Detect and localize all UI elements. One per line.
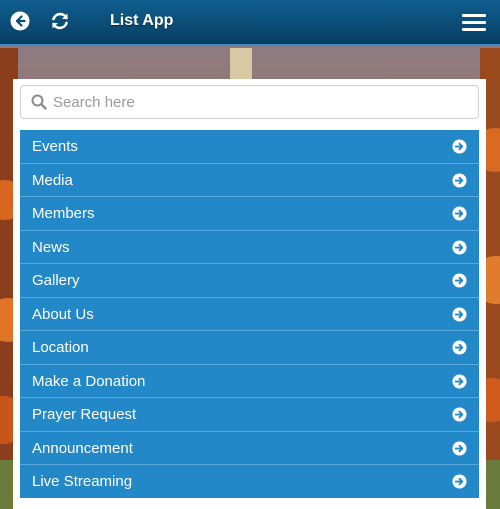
menu-item-label: Gallery	[32, 272, 80, 289]
menu-item-location[interactable]: Location	[20, 331, 479, 365]
menu-item-make-a-donation[interactable]: Make a Donation	[20, 364, 479, 398]
menu-item-live-streaming[interactable]: Live Streaming	[20, 465, 479, 498]
menu-item-label: Make a Donation	[32, 372, 146, 390]
page-title: List App	[110, 12, 174, 29]
menu-item-about-us[interactable]: About Us	[20, 297, 479, 331]
arrow-right-circle-icon	[452, 474, 467, 489]
app-screen: List App Events Media Member	[0, 0, 500, 509]
menu-item-events[interactable]: Events	[20, 130, 479, 164]
arrow-right-circle-icon	[452, 139, 467, 154]
menu-item-members[interactable]: Members	[20, 197, 479, 231]
menu-item-label: Prayer Request	[32, 406, 137, 423]
menu-item-news[interactable]: News	[20, 230, 479, 264]
back-arrow-circle-icon	[10, 11, 30, 31]
back-button[interactable]	[8, 9, 32, 33]
refresh-icon	[52, 12, 68, 30]
menu-item-label: Announcement	[32, 439, 133, 457]
menu-item-media[interactable]: Media	[20, 163, 479, 197]
arrow-right-circle-icon	[452, 239, 467, 255]
search-bar	[20, 85, 479, 119]
menu-item-label: Events	[32, 138, 78, 155]
hamburger-menu-button[interactable]	[462, 14, 486, 32]
menu-item-label: About Us	[32, 305, 94, 323]
content-panel: Events Media Members News Gallery About …	[13, 79, 486, 509]
refresh-button[interactable]	[48, 9, 72, 33]
menu-item-announcement[interactable]: Announcement	[20, 431, 479, 465]
search-icon	[31, 94, 47, 110]
arrow-right-circle-icon	[452, 306, 467, 322]
arrow-right-circle-icon	[452, 172, 467, 188]
arrow-right-circle-icon	[452, 340, 467, 355]
menu-item-prayer-request[interactable]: Prayer Request	[20, 398, 479, 432]
arrow-right-circle-icon	[452, 273, 467, 288]
menu-item-label: Media	[32, 171, 73, 189]
menu-item-label: Live Streaming	[32, 473, 133, 490]
arrow-right-circle-icon	[452, 407, 467, 422]
menu-item-gallery[interactable]: Gallery	[20, 264, 479, 298]
app-header: List App	[0, 0, 500, 46]
hamburger-menu-icon	[462, 14, 486, 31]
menu-item-label: Members	[32, 205, 95, 222]
arrow-right-circle-icon	[452, 373, 467, 389]
search-input[interactable]	[53, 86, 473, 118]
arrow-right-circle-icon	[452, 206, 467, 221]
menu-list: Events Media Members News Gallery About …	[20, 130, 479, 498]
arrow-right-circle-icon	[452, 440, 467, 456]
menu-item-label: Location	[32, 339, 89, 356]
menu-item-label: News	[32, 238, 70, 256]
